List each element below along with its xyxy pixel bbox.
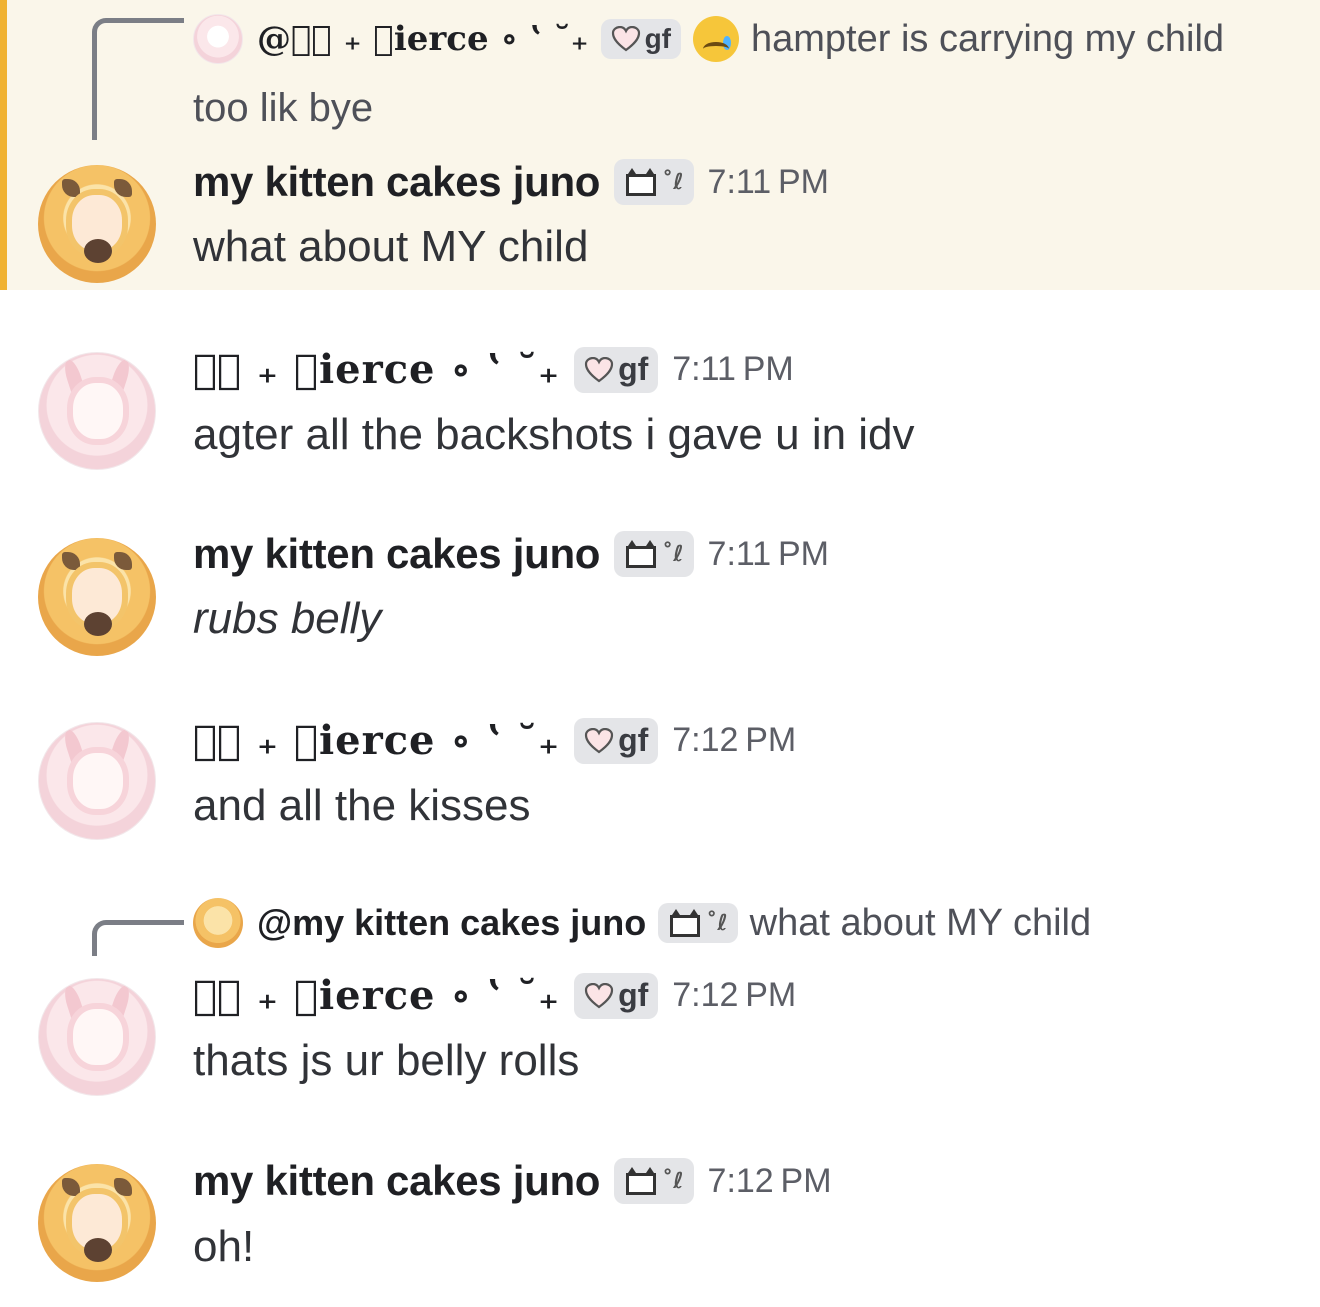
role-tag: gf bbox=[574, 972, 659, 1019]
user-avatar[interactable] bbox=[38, 1164, 156, 1282]
reply-author[interactable]: @ท͜ ₊ 𝓅ierce ∘ ʽ ˘₊ bbox=[257, 19, 589, 59]
heart-icon bbox=[584, 982, 614, 1008]
timestamp: 7:11 PM bbox=[707, 162, 830, 201]
message-header: ท͜ ₊ 𝓅ierce ∘ ʽ ˘₊ gf 7:12 PM bbox=[193, 717, 796, 764]
reply-avatar bbox=[193, 898, 243, 948]
user-avatar[interactable] bbox=[38, 165, 156, 283]
message-header: my kitten cakes juno ˚ℓ 7:11 PM bbox=[193, 530, 829, 578]
timestamp: 7:12 PM bbox=[672, 721, 797, 759]
username[interactable]: my kitten cakes juno bbox=[193, 158, 600, 206]
role-tag-label: gf bbox=[644, 23, 671, 54]
reply-text: what about MY child bbox=[749, 901, 1092, 944]
reply-connector bbox=[92, 920, 184, 956]
message-text: too lik bye bbox=[193, 86, 374, 130]
user-avatar[interactable] bbox=[38, 538, 156, 656]
cat-pixel-icon bbox=[668, 909, 702, 937]
role-tag-label: gf bbox=[618, 351, 649, 387]
heart-icon bbox=[584, 727, 614, 753]
swirl-icon: ˚ℓ bbox=[706, 910, 728, 936]
timestamp: 7:12 PM bbox=[707, 1161, 832, 1200]
reply-avatar bbox=[193, 14, 243, 64]
swirl-icon: ˚ℓ bbox=[662, 1168, 684, 1194]
role-tag: gf bbox=[600, 19, 681, 59]
reply-author[interactable]: @my kitten cakes juno bbox=[257, 902, 646, 944]
username[interactable]: my kitten cakes juno bbox=[193, 1157, 600, 1205]
role-tag: gf bbox=[574, 717, 659, 764]
role-tag-label: gf bbox=[618, 977, 649, 1013]
cat-pixel-icon bbox=[624, 168, 658, 196]
message-header: my kitten cakes juno ˚ℓ 7:12 PM bbox=[193, 1157, 832, 1205]
cat-pixel-icon bbox=[624, 540, 658, 568]
timestamp: 7:12 PM bbox=[672, 976, 797, 1014]
role-tag-label: gf bbox=[618, 722, 649, 758]
message-header: my kitten cakes juno ˚ℓ 7:11 PM bbox=[193, 158, 829, 206]
message-header: ท͜ ₊ 𝓅ierce ∘ ʽ ˘₊ gf 7:12 PM bbox=[193, 972, 796, 1019]
message-text: rubs belly bbox=[193, 594, 382, 643]
reply-connector bbox=[92, 18, 184, 140]
message-text: thats js ur belly rolls bbox=[193, 1036, 580, 1085]
user-avatar[interactable] bbox=[38, 352, 156, 470]
reply-preview[interactable]: @my kitten cakes juno ˚ℓ what about MY c… bbox=[193, 898, 1091, 948]
message-header: ท͜ ₊ 𝓅ierce ∘ ʽ ˘₊ gf 7:11 PM bbox=[193, 346, 794, 393]
username[interactable]: ท͜ ₊ 𝓅ierce ∘ ʽ ˘₊ bbox=[193, 717, 560, 764]
role-tag: ˚ℓ bbox=[614, 531, 694, 577]
role-tag: gf bbox=[574, 346, 659, 393]
timestamp: 7:11 PM bbox=[672, 350, 794, 388]
user-avatar[interactable] bbox=[38, 722, 156, 840]
user-avatar[interactable] bbox=[38, 978, 156, 1096]
message-text: oh! bbox=[193, 1222, 255, 1271]
timestamp: 7:11 PM bbox=[707, 534, 830, 573]
cat-pixel-icon bbox=[624, 1167, 658, 1195]
swirl-icon: ˚ℓ bbox=[662, 169, 684, 195]
username[interactable]: ท͜ ₊ 𝓅ierce ∘ ʽ ˘₊ bbox=[193, 972, 560, 1019]
message-text: and all the kisses bbox=[193, 781, 531, 830]
role-tag: ˚ℓ bbox=[658, 903, 738, 943]
message-text: agter all the backshots i gave u in idv bbox=[193, 410, 915, 459]
heart-icon bbox=[584, 356, 614, 382]
crying-emoji-icon bbox=[693, 16, 739, 62]
role-tag: ˚ℓ bbox=[614, 159, 694, 205]
username[interactable]: my kitten cakes juno bbox=[193, 530, 600, 578]
username[interactable]: ท͜ ₊ 𝓅ierce ∘ ʽ ˘₊ bbox=[193, 346, 560, 393]
reply-text: hampter is carrying my child bbox=[751, 17, 1225, 60]
reply-preview[interactable]: @ท͜ ₊ 𝓅ierce ∘ ʽ ˘₊ gf hampter is carryi… bbox=[193, 14, 1224, 64]
swirl-icon: ˚ℓ bbox=[662, 541, 684, 567]
message-text: what about MY child bbox=[193, 222, 589, 271]
heart-icon bbox=[611, 26, 640, 52]
role-tag: ˚ℓ bbox=[614, 1158, 694, 1204]
